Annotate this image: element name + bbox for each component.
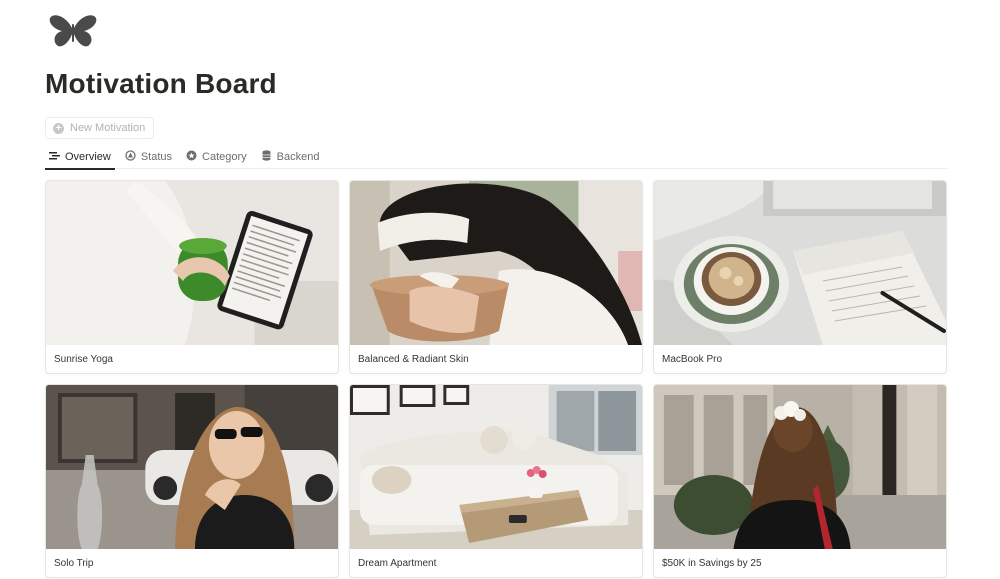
card-image: [654, 385, 946, 549]
gallery: Sunrise Yoga Balanced & Radiant Skin Mac…: [45, 180, 947, 578]
card-image: [350, 181, 642, 345]
tab-label: Backend: [276, 151, 320, 163]
card-image: [350, 385, 642, 549]
tab-status[interactable]: Status: [121, 145, 176, 169]
card-title: $50K in Savings by 25: [662, 558, 762, 569]
card-title: MacBook Pro: [662, 354, 723, 365]
card-image: [46, 181, 338, 345]
tab-category[interactable]: Category: [182, 145, 251, 169]
new-motivation-button[interactable]: + New Motivation: [45, 117, 155, 139]
category-icon: [186, 150, 197, 164]
card-image: [46, 385, 338, 549]
gallery-card[interactable]: $50K in Savings by 25: [653, 384, 947, 578]
tab-label: Status: [140, 151, 173, 163]
butterfly-icon: [48, 14, 98, 50]
gallery-card[interactable]: Sunrise Yoga: [45, 180, 339, 374]
tab-label: Overview: [65, 151, 111, 163]
tab-label: Category: [202, 151, 247, 163]
tab-overview[interactable]: Overview: [45, 145, 115, 170]
tab-backend[interactable]: Backend: [257, 145, 324, 169]
plus-circle-icon: +: [53, 122, 64, 134]
card-image: [654, 181, 946, 345]
status-icon: [125, 150, 136, 164]
page-title: Motivation Board: [45, 68, 277, 99]
list-icon: [49, 150, 60, 164]
gallery-card[interactable]: Dream Apartment: [349, 384, 643, 578]
gallery-card[interactable]: MacBook Pro: [653, 180, 947, 374]
card-title: Solo Trip: [54, 558, 94, 569]
view-tabs: Overview Status Category Backend: [45, 145, 947, 170]
database-icon: [261, 150, 272, 164]
card-title: Balanced & Radiant Skin: [358, 354, 469, 365]
card-title: Dream Apartment: [358, 558, 437, 569]
card-title: Sunrise Yoga: [54, 354, 113, 365]
gallery-card[interactable]: Balanced & Radiant Skin: [349, 180, 643, 374]
new-motivation-label: New Motivation: [70, 122, 146, 134]
gallery-card[interactable]: Solo Trip: [45, 384, 339, 578]
